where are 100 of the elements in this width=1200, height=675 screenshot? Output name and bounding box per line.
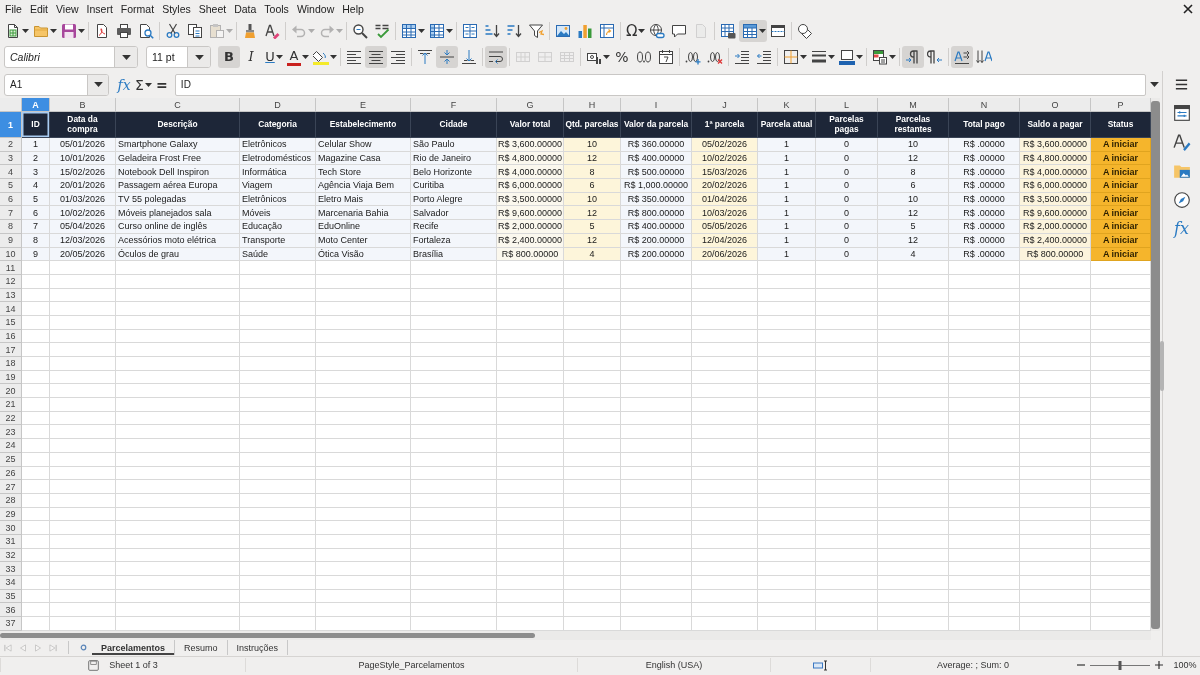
font-name-box[interactable]: Calibri (4, 46, 138, 68)
zoom-slider[interactable] (1090, 659, 1150, 671)
row-header[interactable]: 37 (0, 617, 22, 631)
align-center-button[interactable] (365, 46, 387, 68)
row-header[interactable]: 18 (0, 357, 22, 371)
table-cell: R$ .00000 (949, 138, 1020, 152)
row-header[interactable]: 34 (0, 576, 22, 590)
dropdown-button[interactable] (187, 47, 210, 67)
menu-item[interactable]: Format (116, 1, 159, 17)
table-cell: 8 (878, 165, 949, 180)
close-icon (1183, 4, 1193, 14)
functions-tab[interactable]: fx (1168, 217, 1195, 241)
table-cell: Notebook Dell Inspiron (116, 165, 240, 180)
column-header[interactable]: F (411, 98, 497, 112)
caret-icon (121, 54, 131, 60)
name-box[interactable]: A1 (4, 73, 109, 96)
row-header[interactable]: 27 (0, 480, 22, 494)
percent-format-button[interactable]: % (611, 46, 633, 68)
row-header[interactable]: 5 (0, 179, 22, 193)
sheet-tab[interactable]: Resumo (175, 640, 228, 656)
row-header[interactable]: 11 (0, 261, 22, 275)
table-cell: 7 (22, 220, 50, 234)
row-header[interactable]: 21 (0, 398, 22, 412)
menu-item[interactable]: Data (230, 1, 261, 17)
row-header[interactable]: 23 (0, 425, 22, 440)
formula-input[interactable]: ID (174, 73, 1146, 96)
function-wizard-button[interactable]: fx (115, 73, 133, 96)
special-character-button[interactable]: Ω (623, 19, 647, 42)
column-header[interactable]: M (878, 98, 949, 112)
caret-icon (446, 28, 453, 33)
menu-item[interactable]: Insert (82, 1, 117, 17)
align-left-icon (346, 49, 362, 65)
table-cell: 4 (22, 179, 50, 193)
menu-item[interactable]: Sheet (194, 1, 231, 17)
slider-thumb[interactable] (1118, 660, 1122, 670)
font-size-box[interactable]: 11 pt (146, 46, 211, 68)
formula-button[interactable]: = (152, 73, 171, 96)
underline-button[interactable]: U (262, 46, 284, 68)
column-header[interactable]: B (50, 98, 116, 112)
left-to-right-button[interactable] (902, 46, 924, 68)
column-header[interactable]: G (497, 98, 564, 112)
row-header[interactable]: 30 (0, 521, 22, 535)
scroll-thumb[interactable] (0, 632, 535, 638)
column-heading: ID (22, 112, 50, 138)
column-header[interactable]: P (1091, 98, 1151, 112)
wrap-text-button[interactable] (485, 46, 507, 68)
column-header[interactable]: C (116, 98, 240, 112)
column-header[interactable]: J (692, 98, 758, 112)
column-header[interactable]: L (816, 98, 878, 112)
zoom-level-text[interactable]: 100% (1173, 660, 1197, 671)
caret-icon (93, 82, 103, 87)
table-cell: R$ 4,000.00000 (497, 165, 564, 180)
row-header[interactable]: 24 (0, 439, 22, 453)
sheet-tab[interactable]: Instruções (227, 640, 289, 656)
dropdown-button[interactable] (114, 47, 137, 67)
add-decimal-icon (685, 49, 701, 65)
column-header[interactable]: I (621, 98, 692, 112)
bold-button[interactable]: B (218, 46, 240, 68)
table-cell: Móveis planejados sala (116, 206, 240, 221)
table-cell: R$ 3,600.00000 (1020, 138, 1091, 152)
font-color-button[interactable]: A (284, 46, 310, 68)
table-cell: 12 (878, 206, 949, 221)
column-header[interactable]: H (564, 98, 621, 112)
dropdown-button[interactable] (87, 74, 108, 95)
caret-icon (50, 28, 57, 33)
column-header[interactable]: E (316, 98, 411, 112)
menu-item[interactable]: Edit (25, 1, 52, 17)
table-cell: 05/02/2026 (692, 138, 758, 152)
row-header[interactable]: 4 (0, 165, 22, 180)
row-header[interactable]: 2 (0, 138, 22, 152)
column-heading: Parcelas pagas (816, 112, 878, 138)
column-header[interactable]: N (949, 98, 1020, 112)
menu-item[interactable]: File (1, 1, 26, 17)
text-direction-button[interactable] (951, 46, 973, 68)
horizontal-scrollbar[interactable] (0, 630, 1151, 640)
zoom-in-button[interactable] (1153, 659, 1165, 672)
column-header[interactable]: D (240, 98, 316, 112)
menu-item[interactable]: Window (292, 1, 339, 17)
menu-item[interactable]: View (52, 1, 83, 17)
row-header[interactable]: 14 (0, 302, 22, 316)
sum-button[interactable]: Σ (133, 73, 153, 96)
menu-item[interactable]: Help (338, 1, 368, 17)
table-cell: 20/02/2026 (692, 179, 758, 193)
row-header[interactable]: 20 (0, 384, 22, 399)
menu-item[interactable]: Styles (158, 1, 195, 17)
italic-button[interactable]: I (240, 46, 262, 68)
column-header[interactable]: K (758, 98, 816, 112)
row-header[interactable]: 7 (0, 206, 22, 221)
triangle-left-icon (17, 642, 28, 653)
sidebar-handle[interactable] (1160, 341, 1164, 391)
sheet-tab[interactable]: Parcelamentos (92, 640, 176, 656)
column-header[interactable]: O (1020, 98, 1091, 112)
row-header[interactable]: 36 (0, 603, 22, 618)
row-header[interactable]: 17 (0, 343, 22, 357)
freeze-rows-columns-button[interactable] (739, 19, 768, 42)
menu-item[interactable]: Tools (260, 1, 293, 17)
caret-icon (330, 55, 337, 59)
table-cell: 15/02/2026 (50, 165, 116, 180)
row-header[interactable]: 8 (0, 220, 22, 234)
row-header[interactable]: 33 (0, 562, 22, 576)
